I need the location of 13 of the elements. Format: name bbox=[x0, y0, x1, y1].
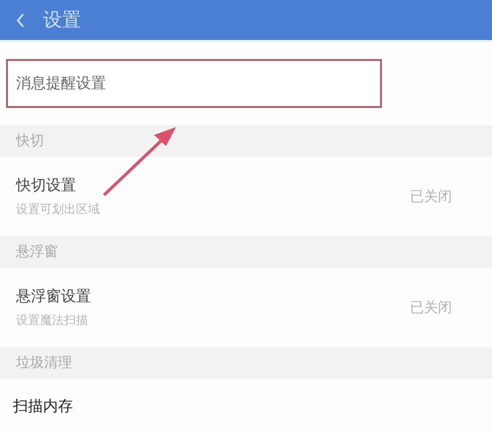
row-title: 快切设置 bbox=[16, 176, 77, 194]
section-title: 垃圾清理 bbox=[16, 354, 72, 372]
row-title: 扫描内存 bbox=[13, 397, 73, 416]
status-value: 已关闭 bbox=[410, 298, 452, 316]
status-value: 已关闭 bbox=[410, 188, 452, 206]
section-title: 悬浮窗 bbox=[16, 243, 58, 261]
row-title: 消息提醒设置 bbox=[16, 74, 106, 93]
back-icon[interactable] bbox=[16, 12, 25, 28]
header-title: 设置 bbox=[43, 8, 81, 33]
row-subtitle: 设置魔法扫描 bbox=[16, 312, 89, 328]
section-title: 快切 bbox=[16, 132, 44, 150]
row-title: 悬浮窗设置 bbox=[16, 286, 91, 306]
row-subtitle: 设置可划出区域 bbox=[16, 200, 100, 218]
